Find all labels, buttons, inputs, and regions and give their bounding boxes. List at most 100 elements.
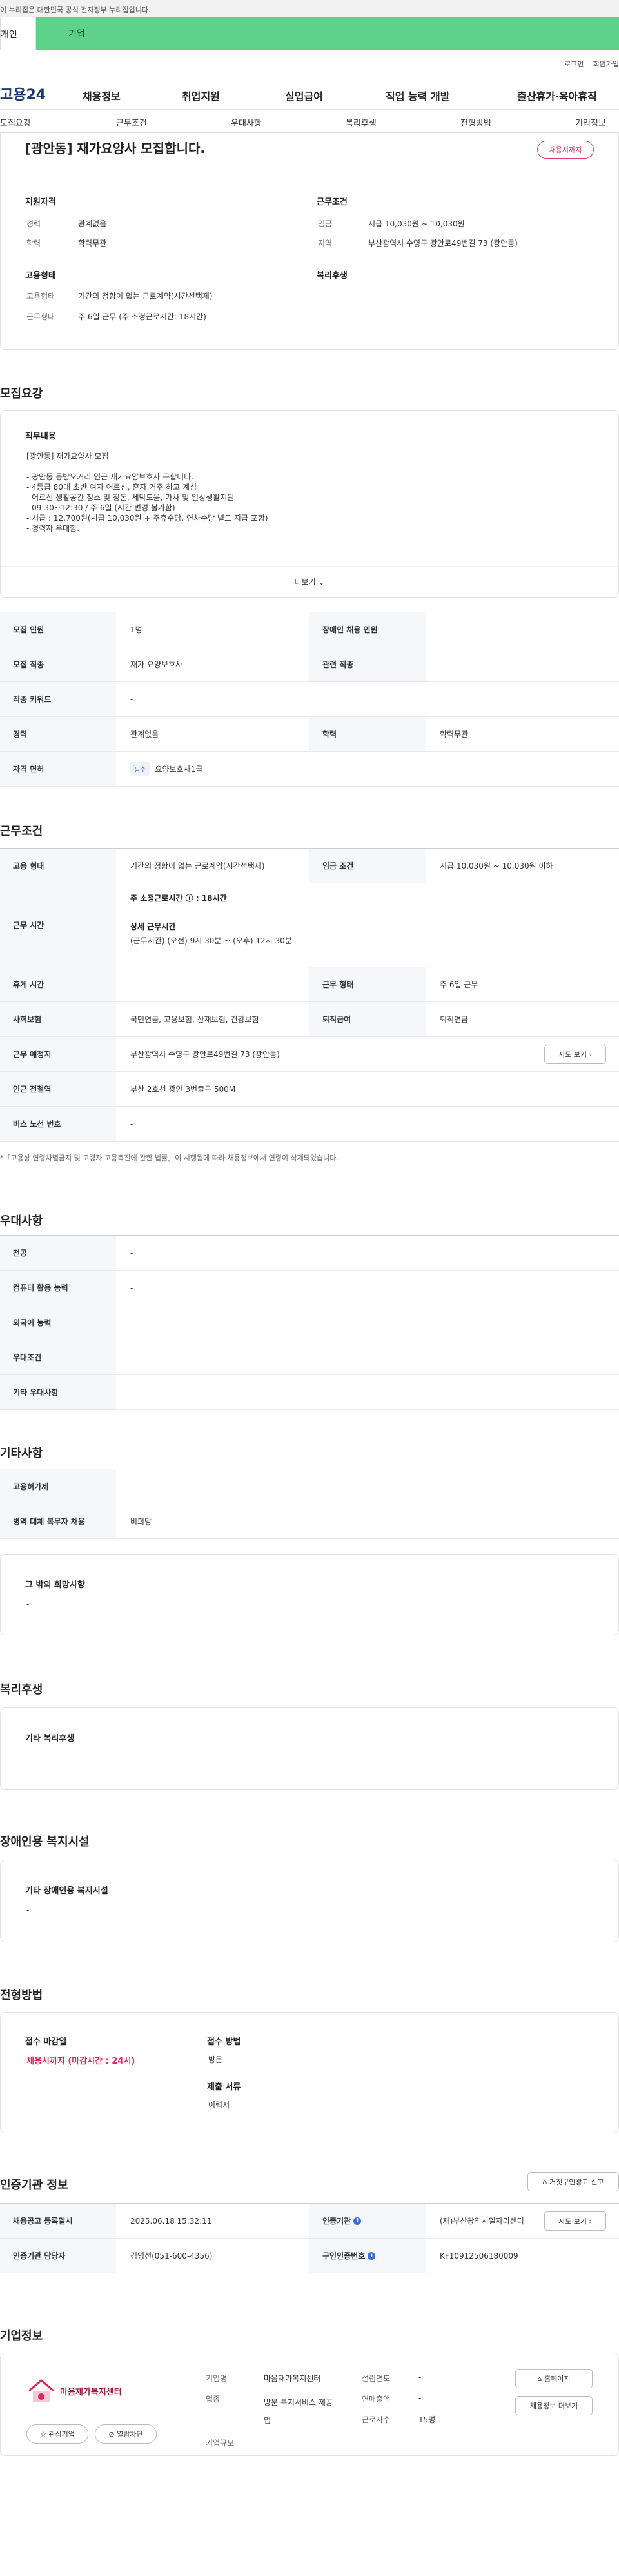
other-preference-label: 기타 우대사항: [0, 1375, 116, 1409]
work-permit-label: 고용허가제: [0, 1469, 116, 1504]
megaphone-icon: ⌂: [542, 2177, 547, 2186]
table-row: 외국어 능력 -: [0, 1305, 619, 1340]
subnav-company[interactable]: 기업정보: [575, 116, 606, 128]
join-link[interactable]: 회원가입: [593, 59, 619, 69]
map-view-button[interactable]: 지도 보기 ›: [544, 1045, 606, 1064]
welfare-heading: 복리후생: [317, 271, 348, 281]
duty-heading: 직무내용: [25, 432, 56, 441]
staff-label: 근로자수: [362, 2415, 391, 2424]
employment-form-value: 기간의 정함이 없는 근로계약(시간선택제): [130, 861, 265, 870]
computer-skill-value: -: [130, 1283, 133, 1293]
table-row: 기타 우대사항 -: [0, 1375, 619, 1410]
conditions-heading: 근무조건: [317, 197, 348, 207]
more-jobs-label: 채용정보 더보기: [529, 2402, 578, 2410]
gov-banner: 이 누리집은 대한민국 공식 전자정부 누리집입니다.: [0, 0, 619, 17]
tab-corporate[interactable]: 기업: [36, 17, 619, 50]
info-icon[interactable]: i: [368, 2251, 376, 2260]
cert-map-label: 지도 보기: [558, 2217, 587, 2226]
utility-links: 로그인 회원가입: [0, 50, 619, 77]
founded-value: -: [418, 2373, 422, 2382]
method-value: 방문: [208, 2055, 223, 2064]
nav-item-training[interactable]: 직업 능력 개발: [386, 88, 449, 103]
block-icon: ⊘: [108, 2430, 115, 2439]
table-row: 고용 형태 기간의 정함이 없는 근로계약(시간선택제) 임금 조건 시급 10…: [0, 849, 619, 883]
etc-section-title: 기타사항: [0, 1447, 43, 1460]
subnav-conditions[interactable]: 근무조건: [116, 116, 147, 128]
welfare-other-value: -: [26, 1753, 30, 1762]
employment-type-label: 고용형태: [26, 292, 55, 301]
experience-label: 경력: [26, 219, 41, 228]
subway-value: 부산 2호선 광안 3번출구 500M: [130, 1085, 236, 1094]
info-icon[interactable]: i: [353, 2217, 362, 2225]
cert-org-label-text: 인증기관: [322, 2217, 351, 2226]
homepage-button[interactable]: ⌂ 홈페이지: [515, 2369, 593, 2388]
industry-value: 방문 복지서비스 제공업: [264, 2398, 333, 2425]
keyword-label: 직종 키워드: [0, 682, 116, 716]
duty-line: - 경력자 우대함.: [26, 524, 80, 533]
table-row: 우대조건 -: [0, 1340, 619, 1375]
homepage-label: 홈페이지: [544, 2375, 571, 2383]
retirement-label: 퇴직급여: [310, 1002, 426, 1036]
cert-org-cell: (재)부산광역시일자리센터 지도 보기 ›: [426, 2204, 619, 2238]
company-card: 마음재가복지센터 ☆ 관심기업 ⊘ 열람차단 기업명 마음재가복지센터 업종 방…: [0, 2353, 619, 2456]
insurance-label: 사회보험: [0, 1002, 116, 1036]
wage-label: 임금: [318, 219, 333, 228]
other-wishes-card: 그 밖의 희망사항 -: [0, 1554, 619, 1635]
subnav-welfare[interactable]: 복리후생: [346, 116, 377, 128]
license-label: 자격 면허: [0, 752, 116, 786]
report-fake-ad-button[interactable]: ⌂ 거짓구인광고 신고: [527, 2172, 619, 2191]
company-logo-text: 마음재가복지센터: [60, 2387, 122, 2397]
table-row: 인근 전철역 부산 2호선 광안 3번출구 500M: [0, 1072, 619, 1107]
cert-number-label-text: 구인인증번호: [322, 2251, 366, 2260]
more-button[interactable]: 더보기 ⌄: [1, 566, 618, 597]
related-occupation-value: -: [440, 659, 443, 669]
sales-value: -: [418, 2393, 422, 2402]
nav-item-parental-leave[interactable]: 출산휴가·육아휴직: [517, 88, 597, 103]
cert-map-button[interactable]: 지도 보기 ›: [544, 2211, 606, 2231]
nav-item-unemployment[interactable]: 실업급여: [285, 88, 323, 103]
table-row: 경력 관계없음 학력 학력무관: [0, 717, 619, 752]
table-row: 고용허가제 -: [0, 1469, 619, 1504]
manager-value: 김영선(051-600-4356): [130, 2251, 213, 2260]
work-hours-cell: 주 소정근로시간 ⓘ : 18시간 상세 근무시간 (근무시간) (오전) 9시…: [116, 883, 619, 967]
tab-individual[interactable]: 개인: [0, 17, 36, 50]
career-value: 관계없음: [130, 730, 159, 739]
subnav-screening[interactable]: 전형방법: [460, 116, 491, 128]
favorite-company-button[interactable]: ☆ 관심기업: [26, 2424, 88, 2444]
subnav-preferences[interactable]: 우대사항: [231, 116, 262, 128]
duty-line: [광안동] 재가요양사 모집: [26, 452, 109, 461]
table-row: 직종 키워드 -: [0, 682, 619, 717]
occupation-value: 재가 요양보호사: [130, 660, 183, 669]
duty-content: [광안동] 재가요양사 모집 - 광안동 동방오거리 인근 재가요양보호사 구합…: [26, 451, 268, 534]
sales-label: 연매출액: [362, 2395, 391, 2404]
nav-item-jobs[interactable]: 채용정보: [83, 88, 121, 103]
login-link[interactable]: 로그인: [564, 59, 584, 69]
license-cell: 필수 요양보호사1급: [116, 752, 619, 786]
founded-label: 설립연도: [362, 2374, 391, 2383]
other-wishes-value: -: [26, 1600, 30, 1609]
user-type-tabs: 개인 기업: [0, 17, 619, 50]
house-logo-icon: [28, 2379, 54, 2402]
more-jobs-button[interactable]: 채용정보 더보기: [515, 2396, 593, 2415]
table-row: 인증기관 담당자 김영선(051-600-4356) 구인인증번호 i KF10…: [0, 2239, 619, 2273]
nav-item-employment-support[interactable]: 취업지원: [182, 88, 220, 103]
table-row: 전공 -: [0, 1236, 619, 1271]
other-wishes-heading: 그 밖의 희망사항: [25, 1580, 85, 1590]
more-label: 더보기: [294, 578, 316, 587]
block-view-button[interactable]: ⊘ 열람차단: [95, 2424, 157, 2444]
screening-section-title: 전형방법: [0, 1989, 43, 2002]
keyword-value: -: [130, 694, 133, 704]
employment-form-label: 고용 형태: [0, 849, 116, 883]
disabled-facility-value: -: [26, 1906, 30, 1915]
qualification-heading: 지원자격: [25, 197, 56, 207]
wage-condition-value: 시급 10,030원 ~ 10,030원 이하: [440, 861, 553, 870]
duty-line: - 4등급 80대 초반 여자 어르신, 혼자 거주 하고 계심: [26, 483, 197, 492]
duty-line: - 09:30~12:30 / 주 6일 (시간 변경 불가함): [26, 503, 175, 512]
registration-value: 2025.06.18 15:32:11: [130, 2216, 212, 2226]
chevron-down-icon: ⌄: [318, 577, 325, 587]
subnav-recruit[interactable]: 모집요강: [0, 116, 31, 128]
main-nav: 고용24 채용정보 취업지원 실업급여 직업 능력 개발 출산휴가·육아휴직: [0, 77, 619, 110]
license-value: 요양보호사1급: [155, 765, 203, 774]
company-size-label: 기업규모: [206, 2439, 235, 2448]
favorite-company-label: 관심기업: [48, 2430, 75, 2439]
